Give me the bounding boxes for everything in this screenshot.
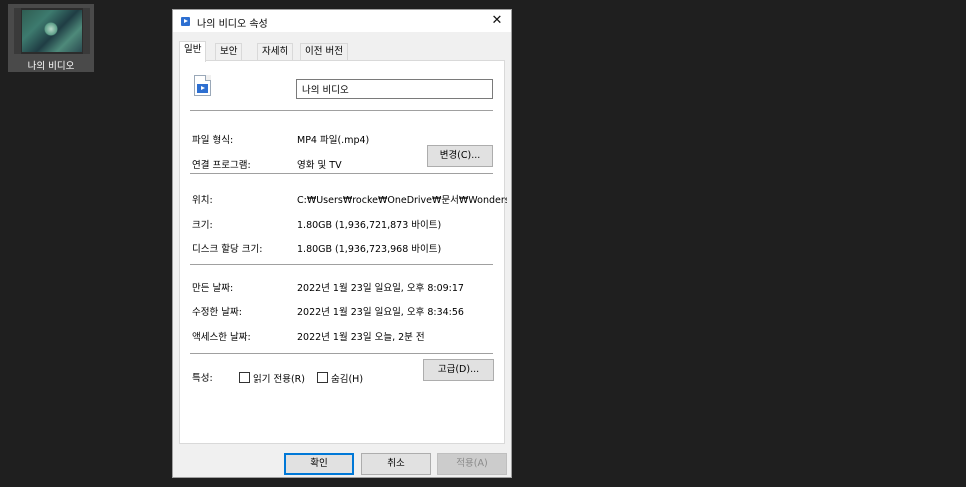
change-button[interactable]: 변경(C)... (427, 145, 493, 167)
divider (190, 173, 493, 174)
close-button[interactable]: ✕ (487, 12, 507, 30)
file-type-value: MP4 파일(.mp4) (297, 135, 370, 146)
video-file-icon (181, 17, 190, 26)
desktop-video-item[interactable]: 나의 비디오 (8, 4, 94, 72)
attributes-label: 특성: (192, 373, 213, 384)
modified-value: 2022년 1월 23일 일요일, 오후 8:34:56 (297, 307, 464, 318)
desktop-item-label: 나의 비디오 (27, 61, 75, 72)
hidden-checkbox[interactable] (317, 372, 328, 383)
readonly-checkbox-label[interactable]: 읽기 전용(R) (253, 371, 305, 385)
general-tab-panel: 파일 형식: MP4 파일(.mp4) 연결 프로그램: 영화 및 TV 변경(… (179, 60, 507, 444)
tab-details[interactable]: 자세히 (257, 43, 294, 61)
title-bar[interactable]: 나의 비디오 속성 ✕ (173, 10, 511, 32)
apply-button[interactable]: 적용(A) (437, 453, 507, 475)
divider (190, 110, 493, 111)
accessed-label: 액세스한 날짜: (192, 332, 251, 343)
file-type-label: 파일 형식: (192, 135, 234, 146)
opens-with-label: 연결 프로그램: (192, 160, 251, 171)
file-name-input[interactable] (296, 79, 493, 99)
size-on-disk-label: 디스크 할당 크기: (192, 244, 263, 255)
tab-security[interactable]: 보안 (215, 43, 243, 61)
video-file-icon (194, 75, 211, 96)
video-thumbnail-icon (14, 8, 90, 54)
size-on-disk-value: 1.80GB (1,936,723,968 바이트) (297, 244, 442, 255)
divider (190, 264, 493, 265)
opens-with-value: 영화 및 TV (297, 160, 342, 171)
cancel-button[interactable]: 취소 (361, 453, 431, 475)
modified-label: 수정한 날짜: (192, 307, 242, 318)
size-value: 1.80GB (1,936,721,873 바이트) (297, 220, 442, 231)
properties-dialog: 나의 비디오 속성 ✕ 일반 보안 자세히 이전 버전 파일 형식: MP4 파… (172, 9, 512, 478)
accessed-value: 2022년 1월 23일 오늘, 2분 전 (297, 332, 425, 343)
location-label: 위치: (192, 195, 213, 206)
dialog-title: 나의 비디오 속성 (197, 19, 268, 30)
created-label: 만든 날짜: (192, 283, 234, 294)
divider (190, 353, 493, 354)
size-label: 크기: (192, 220, 213, 231)
tab-previous-versions[interactable]: 이전 버전 (300, 43, 348, 61)
created-value: 2022년 1월 23일 일요일, 오후 8:09:17 (297, 283, 464, 294)
tab-general[interactable]: 일반 (179, 41, 207, 62)
hidden-checkbox-label[interactable]: 숨김(H) (331, 371, 363, 385)
advanced-button[interactable]: 고급(D)... (423, 359, 494, 381)
readonly-checkbox[interactable] (239, 372, 250, 383)
location-value: C:₩Users₩rocke₩OneDrive₩문서₩Wondersh (297, 195, 507, 206)
ok-button[interactable]: 확인 (284, 453, 354, 475)
